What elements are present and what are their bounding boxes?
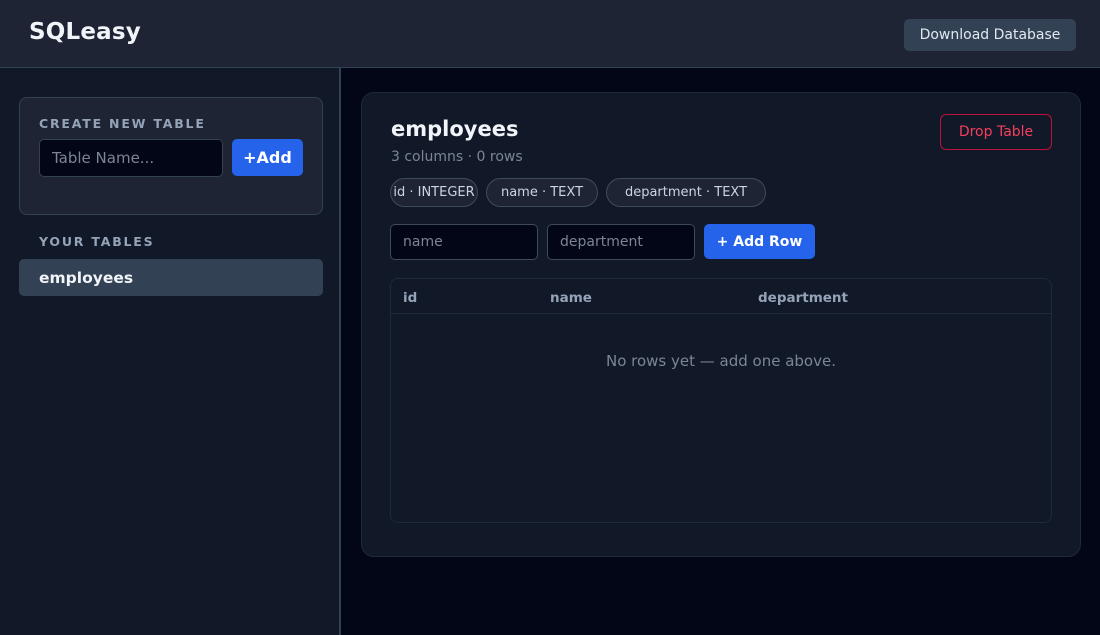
- column-header-id: id: [403, 290, 418, 306]
- create-table-label: CREATE NEW TABLE: [39, 116, 206, 131]
- app-brand: SQLeasy: [29, 19, 141, 45]
- add-table-button[interactable]: +Add: [232, 139, 303, 176]
- top-bar: SQLeasy Download Database: [0, 0, 1100, 68]
- column-chip-department: department · TEXT: [606, 178, 766, 207]
- column-chip-id: id · INTEGER: [390, 178, 478, 207]
- new-row-name-input[interactable]: [390, 224, 538, 260]
- column-header-department: department: [758, 290, 848, 306]
- column-header-name: name: [550, 290, 592, 306]
- sidebar: CREATE NEW TABLE +Add YOUR TABLES employ…: [0, 68, 341, 635]
- download-database-button[interactable]: Download Database: [904, 19, 1076, 51]
- create-table-card: CREATE NEW TABLE +Add: [19, 97, 323, 215]
- table-title: employees: [391, 117, 519, 141]
- new-row-department-input[interactable]: [547, 224, 695, 260]
- column-chip-name: name · TEXT: [486, 178, 598, 207]
- drop-table-button[interactable]: Drop Table: [940, 114, 1052, 150]
- rows-table: id name department No rows yet — add one…: [390, 278, 1052, 523]
- add-row-button[interactable]: + Add Row: [704, 224, 815, 259]
- table-detail-card: employees 3 columns · 0 rows Drop Table …: [361, 92, 1081, 557]
- table-meta: 3 columns · 0 rows: [391, 149, 523, 165]
- sidebar-item-employees[interactable]: employees: [19, 259, 323, 296]
- your-tables-label: YOUR TABLES: [39, 234, 155, 249]
- table-name-input[interactable]: [39, 139, 223, 177]
- empty-rows-message: No rows yet — add one above.: [605, 352, 836, 370]
- table-header-row: id name department: [391, 279, 1051, 314]
